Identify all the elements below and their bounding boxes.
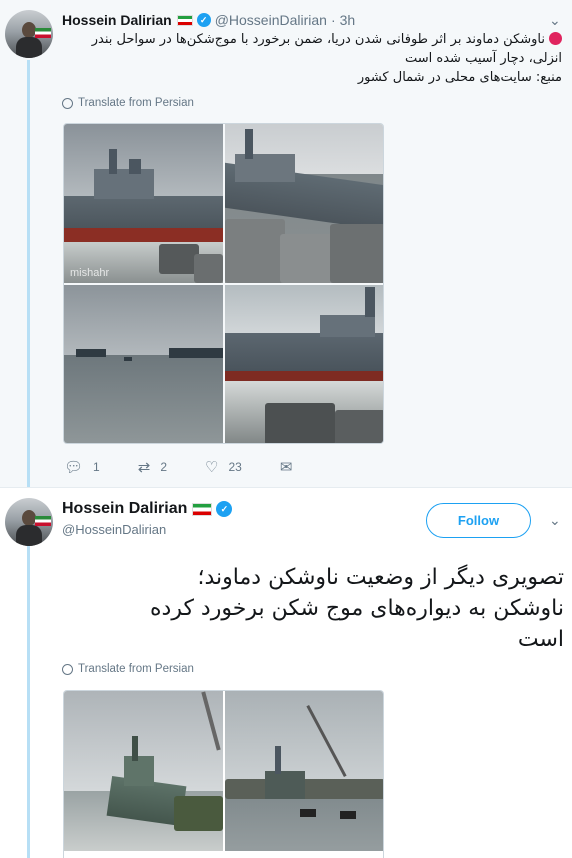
retweet-count: 2 bbox=[160, 460, 167, 474]
tweet-text-line: تصویری دیگر از وضعیت ناوشکن دماوند؛ bbox=[197, 565, 564, 590]
iran-flag-icon bbox=[176, 14, 193, 26]
tweet-actions: 💬︎ 1 ⇄ 2 ♡ 23 ✉ bbox=[64, 458, 340, 476]
author-name[interactable]: Hossein Dalirian bbox=[62, 12, 172, 28]
author-handle[interactable]: @HosseinDalirian bbox=[62, 522, 232, 537]
tweet-header: Hossein Dalirian ✓ @HosseinDalirian bbox=[62, 500, 233, 537]
tweet-text-line: منبع: سایت‌های محلی در شمال کشور bbox=[357, 70, 562, 85]
translate-label: Translate from Persian bbox=[78, 97, 194, 109]
translate-link[interactable]: Translate from Persian bbox=[62, 97, 194, 109]
envelope-icon: ✉ bbox=[279, 459, 293, 476]
avatar[interactable] bbox=[5, 498, 53, 546]
avatar[interactable] bbox=[5, 10, 53, 58]
like-count: 23 bbox=[228, 460, 242, 474]
media-grid: mishahr bbox=[63, 123, 384, 444]
tweet-text-line: انزلی، دچار آسیب شده است bbox=[405, 51, 562, 66]
photo[interactable] bbox=[64, 691, 223, 851]
follow-button[interactable]: Follow bbox=[426, 503, 531, 538]
photo[interactable] bbox=[225, 691, 383, 851]
tweet-text: تصویری دیگر از وضعیت ناوشکن دماوند؛ ناوش… bbox=[62, 562, 564, 655]
photo[interactable]: mishahr bbox=[64, 124, 223, 283]
tweet-text-line: است bbox=[517, 627, 564, 652]
thread-line bbox=[27, 60, 30, 487]
tweet-text-line: ناوشکن دماوند بر اثر طوفانی شدن دریا، ضم… bbox=[62, 30, 562, 49]
iran-flag-icon bbox=[192, 502, 213, 516]
globe-icon bbox=[62, 97, 73, 109]
watermark: mishahr bbox=[70, 267, 110, 279]
like-button[interactable]: ♡ 23 bbox=[205, 458, 242, 476]
separator-dot: · bbox=[330, 12, 336, 28]
tweet-header: Hossein Dalirian ✓ @HosseinDalirian · 3h bbox=[62, 10, 355, 30]
verified-badge-icon: ✓ bbox=[216, 501, 233, 517]
translate-label: Translate from Persian bbox=[78, 663, 194, 675]
retweet-button[interactable]: ⇄ 2 bbox=[138, 458, 167, 476]
media-grid bbox=[63, 690, 384, 858]
thread-line bbox=[27, 545, 30, 858]
translate-link[interactable]: Translate from Persian bbox=[62, 663, 194, 675]
timestamp[interactable]: 3h bbox=[340, 12, 356, 28]
reply-icon: 💬︎ bbox=[64, 459, 84, 476]
verified-badge-icon: ✓ bbox=[196, 13, 211, 27]
chevron-down-icon[interactable]: ⌄ bbox=[549, 512, 561, 529]
reply-count: 1 bbox=[93, 460, 100, 474]
author-handle[interactable]: @HosseinDalirian bbox=[215, 12, 327, 28]
retweet-icon: ⇄ bbox=[137, 459, 151, 476]
heart-icon: ♡ bbox=[205, 459, 219, 476]
divider bbox=[0, 487, 572, 488]
tweet-text-line: ناوشکن به دیواره‌های موج شکن برخورد کرده bbox=[150, 596, 564, 621]
photo[interactable] bbox=[225, 124, 383, 283]
reply-button[interactable]: 💬︎ 1 bbox=[64, 458, 100, 476]
tweet-1[interactable]: Hossein Dalirian ✓ @HosseinDalirian · 3h… bbox=[0, 0, 572, 487]
photo[interactable] bbox=[225, 285, 383, 443]
photo[interactable] bbox=[64, 285, 223, 443]
chevron-down-icon[interactable]: ⌄ bbox=[549, 12, 561, 29]
message-button[interactable]: ✉ bbox=[280, 458, 303, 476]
globe-icon bbox=[62, 663, 73, 675]
tweet-text: ناوشکن دماوند بر اثر طوفانی شدن دریا، ضم… bbox=[62, 30, 562, 87]
red-circle-icon bbox=[549, 32, 562, 45]
author-name[interactable]: Hossein Dalirian bbox=[62, 500, 187, 518]
